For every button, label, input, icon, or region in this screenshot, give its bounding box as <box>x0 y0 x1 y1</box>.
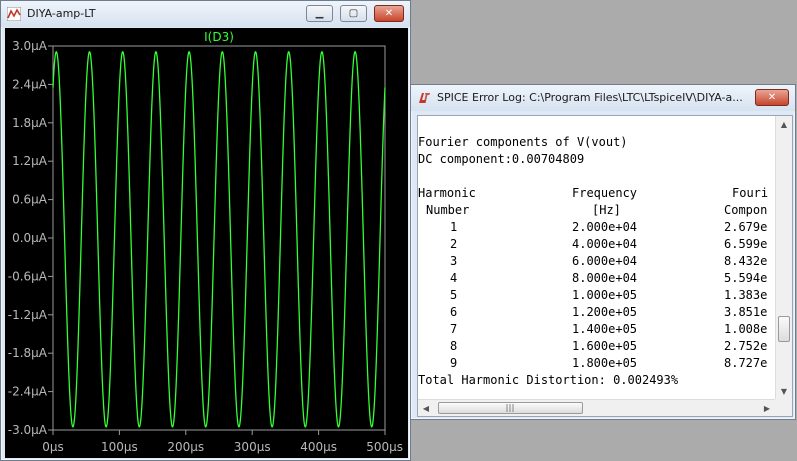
x-tick-label: 400µs <box>300 440 337 454</box>
minimize-icon: ▁ <box>315 7 324 19</box>
harmonic-frequency: 4.000e+04 <box>572 237 638 251</box>
harmonic-component: 8.432e <box>724 254 768 268</box>
log-close-button[interactable]: ✕ <box>755 89 789 106</box>
scrollbar-corner <box>775 399 792 416</box>
col-header-frequency: Frequency <box>572 186 638 200</box>
trace-label[interactable]: I(D3) <box>204 30 234 44</box>
y-tick-label: 1.8µA <box>12 116 48 130</box>
y-tick-label: 2.4µA <box>12 77 48 91</box>
x-tick-label: 300µs <box>234 440 271 454</box>
x-tick-label: 0µs <box>42 440 64 454</box>
harmonic-component: 1.383e <box>724 288 768 302</box>
log-text-area[interactable]: Fourier components of V(vout) DC compone… <box>417 115 793 417</box>
log-content[interactable]: Fourier components of V(vout) DC compone… <box>418 116 772 399</box>
harmonic-component: 8.727e <box>724 356 768 370</box>
vertical-scrollbar[interactable]: ▲ ▼ <box>775 116 792 399</box>
harmonic-frequency: 1.400e+05 <box>572 322 638 336</box>
maximize-icon: ▢ <box>348 7 359 19</box>
waveform-plot[interactable]: 3.0µA 2.4µA 1.8µA 1.2µA 0.6µA 0.0µA -0.6µA -1.2… <box>5 28 408 458</box>
harmonic-number: 1 <box>450 220 458 234</box>
plot-window[interactable]: DIYA-amp-LT ▁ ▢ ✕ 3.0µA 2.4µA 1.8µA 1.2µA 0.… <box>0 0 411 461</box>
harmonic-number: 7 <box>450 322 458 336</box>
harmonic-frequency: 6.000e+04 <box>572 254 638 268</box>
horizontal-scroll-thumb[interactable] <box>438 402 583 414</box>
grip-icon <box>506 404 514 412</box>
dc-component: DC component:0.00704809 <box>418 152 585 166</box>
maximize-button[interactable]: ▢ <box>340 5 367 22</box>
plot-window-title: DIYA-amp-LT <box>27 7 96 20</box>
col-header-number: Number <box>426 203 470 217</box>
harmonic-number: 8 <box>450 339 458 353</box>
plot-window-titlebar[interactable]: DIYA-amp-LT ▁ ▢ ✕ <box>1 1 410 27</box>
log-window-titlebar[interactable]: SPICE Error Log: C:\Program Files\LTC\LT… <box>411 85 795 111</box>
spice-error-log-window[interactable]: SPICE Error Log: C:\Program Files\LTC\LT… <box>410 84 796 420</box>
harmonic-component: 2.679e <box>724 220 768 234</box>
waveform-chart[interactable]: 3.0µA 2.4µA 1.8µA 1.2µA 0.6µA 0.0µA -0.6µA -1.2… <box>5 28 408 458</box>
plot-frame <box>52 45 386 431</box>
y-tick-label: 1.2µA <box>12 154 48 168</box>
waveform-app-icon <box>7 7 21 21</box>
thd-line: Total Harmonic Distortion: 0.002493% <box>418 373 679 387</box>
x-tick-label: 100µs <box>101 440 138 454</box>
harmonic-frequency: 1.000e+05 <box>572 288 638 302</box>
col-header-hz: [Hz] <box>592 203 621 217</box>
harmonic-number: 3 <box>450 254 458 268</box>
harmonic-component: 1.008e <box>724 322 768 336</box>
y-tick-label: 0.0µA <box>12 231 48 245</box>
harmonic-number: 9 <box>450 356 458 370</box>
col-header-harmonic: Harmonic <box>418 186 476 200</box>
trace-id3[interactable] <box>52 50 386 428</box>
minimize-button[interactable]: ▁ <box>306 5 333 22</box>
harmonic-number: 6 <box>450 305 458 319</box>
harmonic-frequency: 2.000e+04 <box>572 220 638 234</box>
scroll-left-arrow-icon[interactable]: ◀ <box>418 400 434 416</box>
y-tick-label: 0.6µA <box>12 193 48 207</box>
y-tick-label: -2.4µA <box>8 385 48 399</box>
x-tick-label: 200µs <box>167 440 204 454</box>
scroll-right-arrow-icon[interactable]: ▶ <box>759 400 775 416</box>
y-tick-label: -1.8µA <box>8 346 48 360</box>
horizontal-scrollbar[interactable]: ◀ ▶ <box>418 399 775 416</box>
y-tick-label: 3.0µA <box>12 39 48 53</box>
vertical-scroll-thumb[interactable] <box>778 316 790 342</box>
harmonic-component: 2.752e <box>724 339 768 353</box>
col-header-fourier: Fouri <box>732 186 769 200</box>
harmonic-component: 3.851e <box>724 305 768 319</box>
scroll-up-arrow-icon[interactable]: ▲ <box>776 116 792 132</box>
close-button[interactable]: ✕ <box>374 5 404 22</box>
y-tick-label: -0.6µA <box>8 269 48 283</box>
ltspice-logo-icon <box>419 93 430 103</box>
harmonic-frequency: 1.200e+05 <box>572 305 638 319</box>
harmonic-component: 6.599e <box>724 237 768 251</box>
harmonic-number: 4 <box>450 271 458 285</box>
col-header-component: Compon <box>724 203 768 217</box>
x-tick-label: 500µs <box>366 440 403 454</box>
log-window-title: SPICE Error Log: C:\Program Files\LTC\LT… <box>437 91 743 104</box>
fourier-heading: Fourier components of V(vout) <box>418 135 628 149</box>
harmonic-frequency: 8.000e+04 <box>572 271 638 285</box>
y-tick-label: -1.2µA <box>8 308 48 322</box>
harmonic-frequency: 1.800e+05 <box>572 356 638 370</box>
scroll-down-arrow-icon[interactable]: ▼ <box>776 383 792 399</box>
close-icon: ✕ <box>767 91 777 103</box>
harmonic-number: 5 <box>450 288 458 302</box>
y-tick-label: -3.0µA <box>8 423 48 437</box>
close-icon: ✕ <box>384 7 394 19</box>
harmonic-frequency: 1.600e+05 <box>572 339 638 353</box>
harmonic-component: 5.594e <box>724 271 768 285</box>
harmonic-number: 2 <box>450 237 458 251</box>
